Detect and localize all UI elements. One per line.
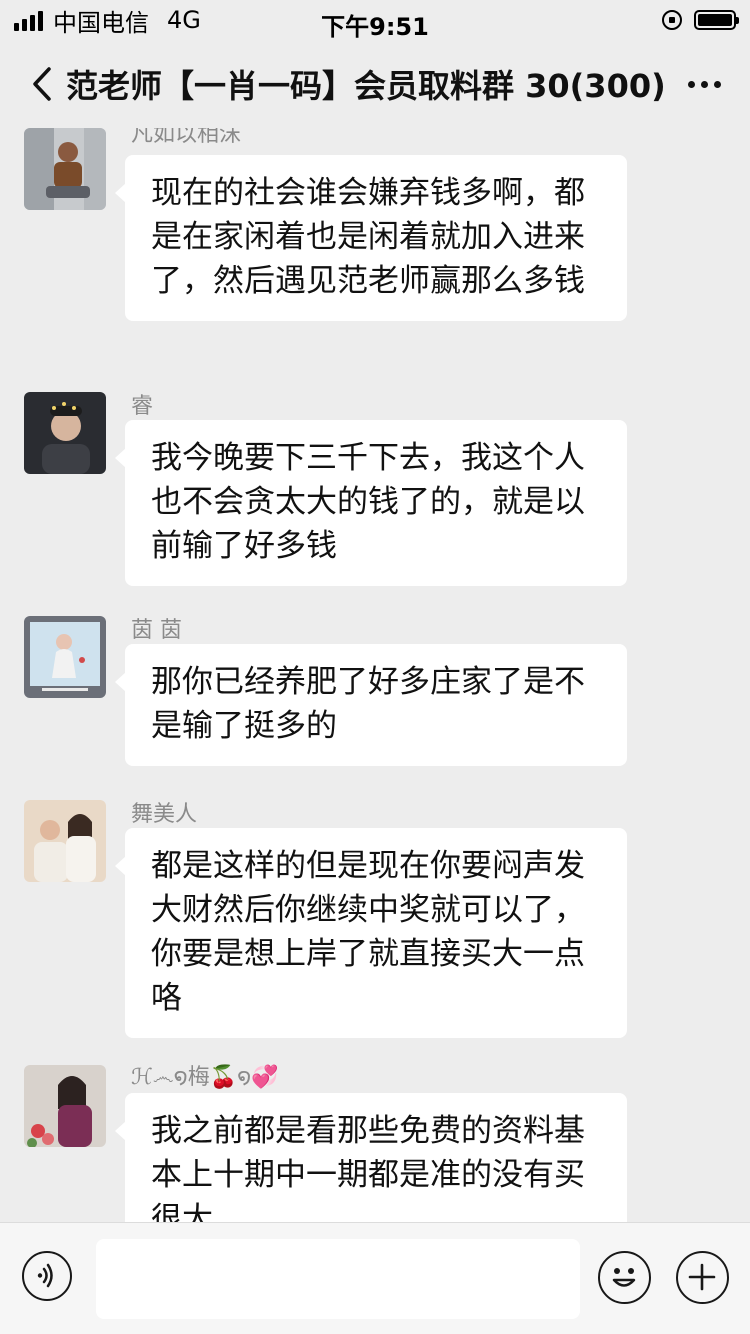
plus-icon[interactable] — [676, 1251, 729, 1304]
status-bar: 中国电信 4G 下午9:51 — [0, 0, 750, 41]
chat-header: 范老师【一肖一码】会员取料群 30(300) — [0, 40, 750, 128]
sender-name: ℋ෴໑梅🍒໑💞 — [131, 1065, 279, 1090]
message-bubble[interactable]: 现在的社会谁会嫌弃钱多啊，都是在家闲着也是闲着就加入进来了，然后遇见范老师赢那么… — [115, 155, 627, 321]
clock: 下午9:51 — [321, 13, 429, 41]
sender-name: 舞美人 — [131, 802, 198, 827]
avatar[interactable] — [24, 800, 106, 882]
message-item: 舞美人 都是这样的但是现在你要闷声发大财然后你继续中奖就可以了，你要是想上岸了就… — [24, 800, 726, 1040]
back-icon[interactable] — [18, 40, 66, 128]
message-item: 凡如以相沫 现在的社会谁会嫌弃钱多啊，都是在家闲着也是闲着就加入进来了，然后遇见… — [24, 128, 726, 364]
input-bar — [0, 1222, 750, 1334]
emoji-icon[interactable] — [598, 1251, 651, 1304]
message-bubble[interactable]: 都是这样的但是现在你要闷声发大财然后你继续中奖就可以了，你要是想上岸了就直接买大… — [115, 828, 627, 1038]
avatar[interactable] — [24, 392, 106, 474]
avatar[interactable] — [24, 616, 106, 698]
sender-name: 睿 — [131, 394, 154, 419]
message-item: 茵 茵 那你已经养肥了好多庄家了是不是输了挺多的 — [24, 616, 726, 766]
message-item: 睿 我今晚要下三千下去，我这个人也不会贪太大的钱了的，就是以前输了好多钱 — [24, 392, 726, 586]
voice-icon[interactable] — [22, 1251, 72, 1301]
message-bubble[interactable]: 我今晚要下三千下去，我这个人也不会贪太大的钱了的，就是以前输了好多钱 — [115, 420, 627, 586]
rotation-lock-icon — [662, 10, 682, 30]
message-item: ℋ෴໑梅🍒໑💞 我之前都是看那些免费的资料基本上十期中一期都是准的没有买很大 — [24, 1065, 726, 1222]
sender-name: 凡如以相沫 — [131, 128, 242, 147]
message-bubble[interactable]: 我之前都是看那些免费的资料基本上十期中一期都是准的没有买很大 — [115, 1093, 627, 1222]
message-bubble[interactable]: 那你已经养肥了好多庄家了是不是输了挺多的 — [115, 644, 627, 766]
sender-name: 茵 茵 — [131, 618, 182, 643]
battery-icon — [694, 10, 739, 30]
message-list[interactable]: 凡如以相沫 现在的社会谁会嫌弃钱多啊，都是在家闲着也是闲着就加入进来了，然后遇见… — [0, 128, 750, 1222]
more-icon[interactable] — [674, 80, 734, 88]
message-input[interactable] — [96, 1239, 580, 1319]
avatar[interactable] — [24, 1065, 106, 1147]
avatar[interactable] — [24, 128, 106, 210]
chat-title: 范老师【一肖一码】会员取料群 30(300) — [66, 67, 666, 105]
